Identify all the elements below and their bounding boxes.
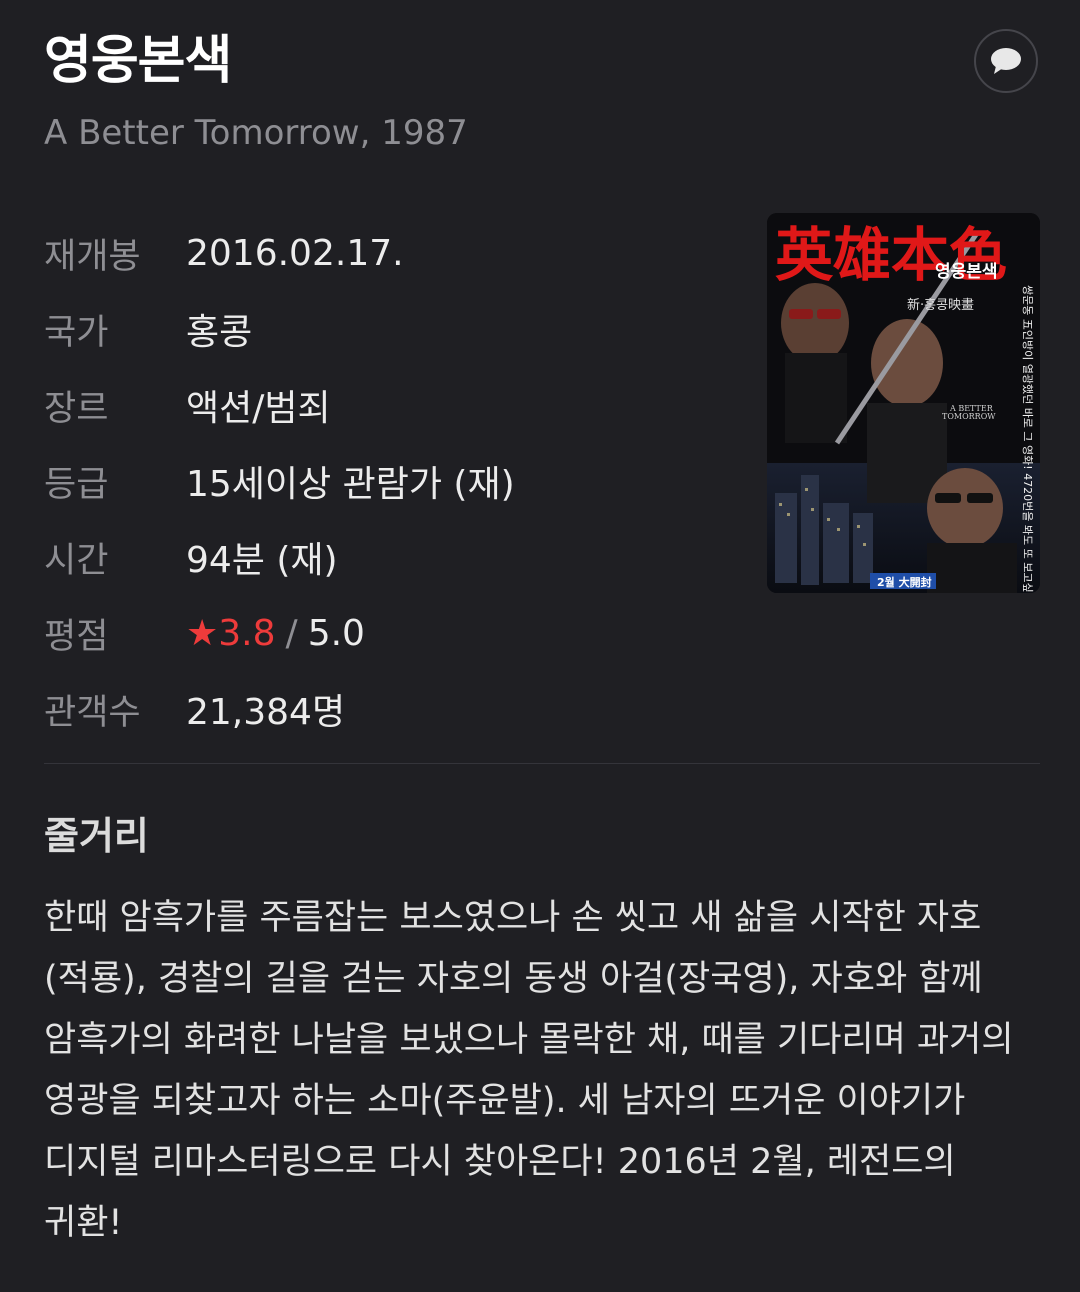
movie-subtitle: A Better Tomorrow, 1987 — [44, 113, 468, 153]
score-max: 5.0 — [307, 612, 365, 654]
country-label: 국가 — [44, 312, 109, 353]
release-value: 2016.02.17. — [186, 232, 404, 274]
poster-artwork: 英雄本色 영웅본색 新·홍콩映畫 A BETTER TOMORROW 쌍문동 五… — [767, 213, 1040, 593]
info-row-release: 재개봉 2016.02.17. — [44, 215, 724, 291]
poster-release-note: 2월 大開封 — [877, 575, 932, 589]
age-rating-label: 등급 — [44, 464, 109, 505]
genre-value: 액션/범죄 — [186, 388, 331, 429]
synopsis-heading: 줄거리 — [44, 814, 149, 858]
score-separator: / — [285, 612, 298, 654]
score-value: 3.8 — [218, 612, 276, 654]
poster-tagline: 쌍문동 五인방이 열광했던 바로 그 영화! 4720번을 봐도 또 보고싶다! — [1021, 285, 1034, 593]
poster-studio: 新·홍콩映畫 — [907, 297, 974, 313]
country-value: 홍콩 — [186, 312, 253, 353]
info-row-runtime: 시간 94분 (재) — [44, 519, 724, 595]
section-divider — [44, 763, 1040, 764]
movie-title: 영웅본색 — [44, 31, 232, 91]
speech-bubble-icon — [991, 48, 1021, 74]
release-label: 재개봉 — [44, 236, 141, 277]
synopsis-text: 한때 암흑가를 주름잡는 보스였으나 손 씻고 새 삶을 시작한 자호(적룡),… — [44, 898, 1014, 1243]
movie-poster[interactable]: 英雄本色 영웅본색 新·홍콩映畫 A BETTER TOMORROW 쌍문동 五… — [767, 213, 1040, 593]
poster-title-kr: 영웅본색 — [935, 262, 998, 282]
info-row-score: 평점 ★3.8/5.0 — [44, 595, 724, 671]
runtime-label: 시간 — [44, 540, 109, 581]
info-row-genre: 장르 액션/범죄 — [44, 367, 724, 443]
audience-value: 21,384명 — [186, 692, 346, 733]
info-row-rating: 등급 15세이상 관람가 (재) — [44, 443, 724, 519]
runtime-value: 94분 (재) — [186, 540, 338, 581]
score-label: 평점 — [44, 616, 109, 657]
info-row-audience: 관객수 21,384명 — [44, 671, 724, 747]
genre-label: 장르 — [44, 388, 109, 429]
poster-en-title-2: TOMORROW — [942, 412, 996, 421]
info-row-country: 국가 홍콩 — [44, 291, 724, 367]
score-value-group: ★3.8/5.0 — [186, 613, 365, 654]
age-rating-value: 15세이상 관람가 (재) — [186, 464, 515, 505]
comment-button[interactable] — [974, 29, 1038, 93]
star-icon: ★ — [186, 612, 219, 654]
movie-info-list: 재개봉 2016.02.17. 국가 홍콩 장르 액션/범죄 등급 15세이상 … — [44, 215, 724, 747]
audience-label: 관객수 — [44, 692, 141, 733]
